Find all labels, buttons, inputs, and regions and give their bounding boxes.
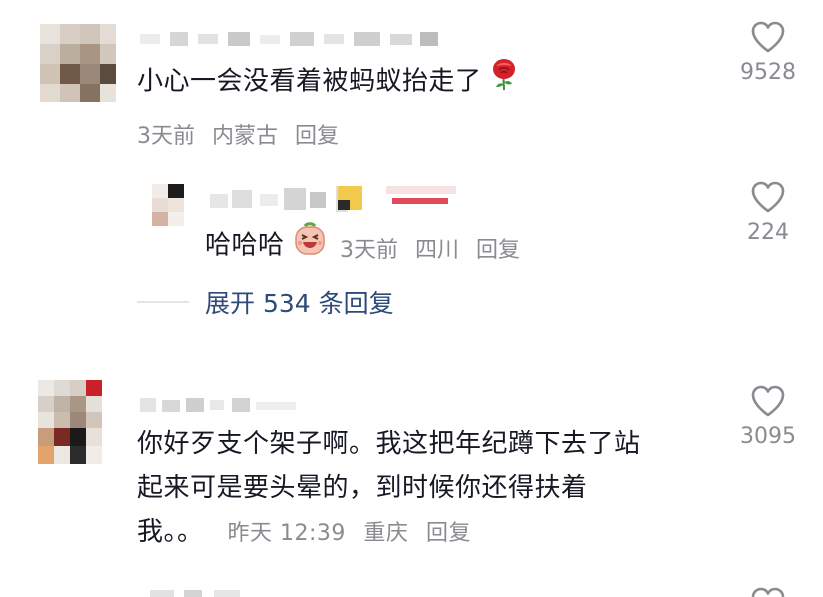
comment-body: 小心一会没看着被蚂蚁抬走了: [137, 66, 482, 97]
reply-meta: 3天前 四川 回复: [340, 232, 530, 264]
username[interactable]: [140, 398, 300, 412]
reply-time: 3天前: [340, 238, 398, 263]
comment-meta: 昨天 12:39 重庆 回复: [228, 512, 481, 556]
username[interactable]: [210, 186, 470, 212]
like-control: 9528: [723, 20, 813, 85]
comment-text: 你好歹支个架子啊。我这把年纪蹲下去了站 起来可是要头晕的，到时候你还得扶着 我。…: [137, 422, 641, 556]
comment-time: 昨天 12:39: [227, 521, 346, 546]
username[interactable]: [150, 590, 250, 597]
like-control: 3095: [723, 384, 813, 449]
reply-location: 四川: [415, 238, 460, 263]
heart-outline-icon[interactable]: [750, 180, 786, 214]
rose-emoji: [490, 58, 518, 106]
heart-outline-icon[interactable]: [750, 586, 786, 597]
comment-time: 3天前: [137, 124, 195, 149]
expand-divider: [137, 301, 189, 303]
reply-body: 哈哈哈: [205, 230, 285, 261]
username[interactable]: [140, 32, 440, 46]
reply-button[interactable]: 回复: [426, 521, 471, 546]
reply-button[interactable]: 回复: [295, 124, 339, 149]
comment-line: 我。。 昨天 12:39 重庆 回复: [137, 510, 641, 556]
heart-outline-icon[interactable]: [750, 384, 786, 418]
comment-line: 起来可是要头晕的，到时候你还得扶着: [137, 473, 588, 503]
reply-button[interactable]: 回复: [476, 238, 520, 263]
avatar[interactable]: [38, 380, 102, 464]
comment-text: 小心一会没看着被蚂蚁抬走了: [137, 58, 518, 106]
comment-line-end: 我。。: [137, 517, 204, 547]
expand-replies-button[interactable]: 展开 534 条回复: [137, 284, 394, 320]
comment-location: 重庆: [363, 521, 409, 546]
expand-replies-label[interactable]: 展开 534 条回复: [205, 284, 394, 320]
like-control: 224: [723, 180, 813, 245]
like-count: 224: [747, 220, 789, 245]
avatar[interactable]: [40, 24, 116, 102]
like-count: 9528: [740, 60, 796, 85]
reply-text: 哈哈哈: [205, 222, 327, 270]
heart-outline-icon[interactable]: [750, 20, 786, 54]
comment-line: 你好歹支个架子啊。我这把年纪蹲下去了站: [137, 429, 641, 459]
comment-meta: 3天前 内蒙古 回复: [137, 118, 349, 150]
like-count: 3095: [740, 424, 796, 449]
comment-location: 内蒙古: [212, 124, 279, 149]
avatar[interactable]: [152, 184, 184, 226]
laughing-face-emoji: [293, 222, 327, 270]
